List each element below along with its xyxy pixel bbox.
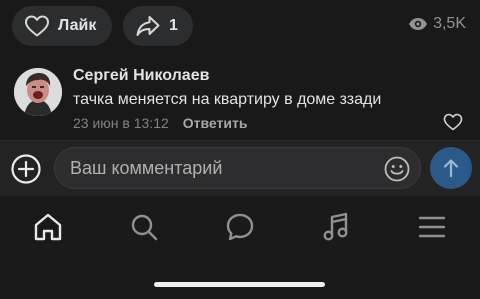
comment-like-icon[interactable] <box>443 113 463 131</box>
share-count: 1 <box>169 17 178 34</box>
comment-date: 23 июн в 13:12 <box>73 115 169 131</box>
music-icon[interactable] <box>320 211 352 243</box>
add-attachment-icon[interactable] <box>10 153 42 185</box>
comment-input[interactable]: Ваш комментарий <box>54 147 421 189</box>
comment-author[interactable]: Сергей Николаев <box>73 67 209 85</box>
share-icon <box>136 16 160 36</box>
emoji-icon[interactable] <box>384 156 410 182</box>
like-label: Лайк <box>58 17 97 34</box>
home-indicator[interactable] <box>154 282 325 287</box>
comment-meta: 23 июн в 13:12 Ответить <box>73 115 247 131</box>
views-counter: 3,5K <box>408 15 466 33</box>
post-action-bar: Лайк 1 3,5K <box>0 0 480 52</box>
views-count: 3,5K <box>433 15 466 32</box>
comment-composer: Ваш комментарий <box>0 140 480 196</box>
messages-icon[interactable] <box>224 211 256 243</box>
eye-icon <box>409 18 428 30</box>
share-button[interactable]: 1 <box>123 6 193 46</box>
comment-input-placeholder: Ваш комментарий <box>70 157 223 178</box>
home-icon[interactable] <box>32 211 64 243</box>
comment-item: Сергей Николаев тачка меняется на кварти… <box>0 60 480 140</box>
avatar[interactable] <box>14 68 62 116</box>
heart-icon <box>25 15 49 37</box>
search-icon[interactable] <box>128 211 160 243</box>
like-button[interactable]: Лайк <box>12 6 112 46</box>
bottom-tab-bar <box>0 196 480 299</box>
arrow-up-icon <box>443 159 459 178</box>
reply-button[interactable]: Ответить <box>183 115 248 131</box>
menu-icon[interactable] <box>416 211 448 243</box>
send-button[interactable] <box>430 147 472 189</box>
comment-text: тачка меняется на квартиру в доме ззади <box>73 91 382 108</box>
